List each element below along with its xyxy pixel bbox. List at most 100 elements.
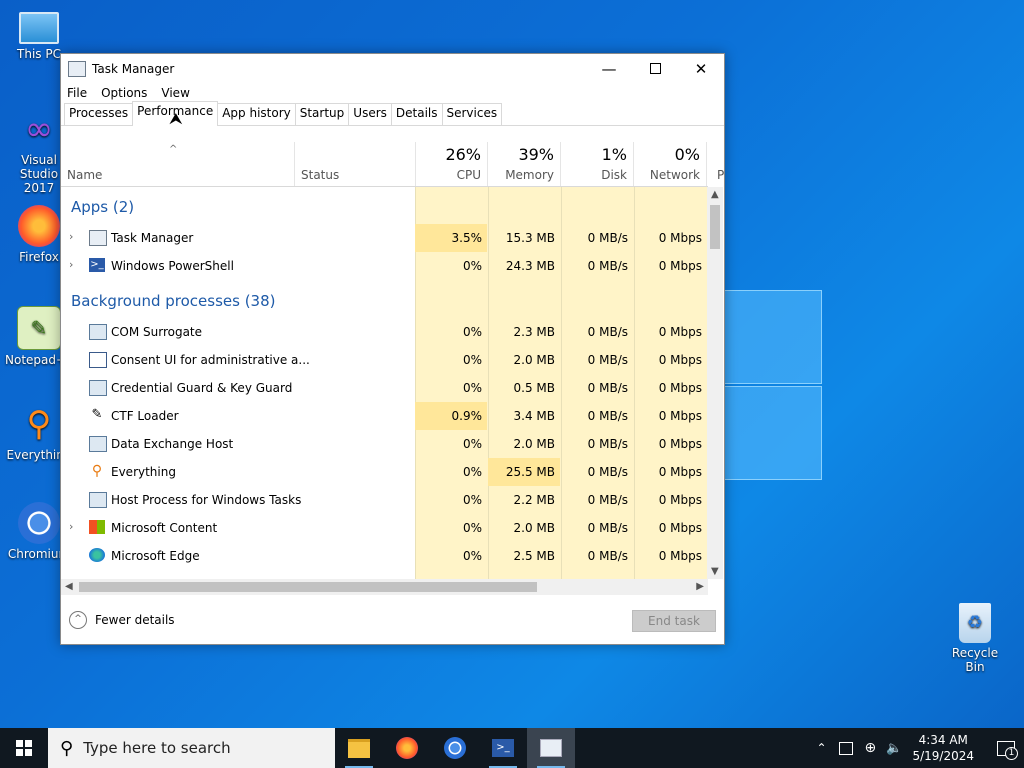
network-monitor-icon[interactable] <box>838 741 853 755</box>
taskbar-firefox[interactable] <box>383 728 431 768</box>
search-icon: ⚲ <box>60 737 74 759</box>
column-header-status[interactable]: Status <box>295 142 416 186</box>
tab-details[interactable]: Details <box>390 103 443 125</box>
minimize-icon: — <box>601 59 617 78</box>
mouse-cursor-icon: ⮝ <box>169 109 183 128</box>
search-placeholder: Type here to search <box>83 739 231 757</box>
scroll-up-icon[interactable]: ▲ <box>711 189 719 200</box>
close-icon: ✕ <box>694 59 708 78</box>
fewer-details-button[interactable]: ^ Fewer details <box>69 611 175 629</box>
system-process-icon <box>89 492 107 508</box>
task-manager-window: Task Manager — ✕ File Options View Proce… <box>60 53 725 645</box>
desktop-icon-label: Visual Studio 2017 <box>19 153 59 195</box>
chevron-up-icon: ^ <box>69 611 87 629</box>
menu-file[interactable]: File <box>67 86 87 100</box>
expand-chevron-icon[interactable]: › <box>69 520 73 533</box>
clock-time: 4:34 AM <box>918 733 968 747</box>
speaker-muted-icon[interactable]: 🔈 <box>886 741 902 756</box>
magnifier-icon: ⚲ <box>26 404 52 444</box>
menu-options[interactable]: Options <box>101 86 147 100</box>
memory-total-percent: 39% <box>518 145 554 164</box>
clock-date: 5/19/2024 <box>912 749 974 763</box>
notification-center-button[interactable]: 1 <box>988 728 1024 768</box>
task-manager-icon <box>89 230 107 246</box>
microsoft-logo-icon <box>89 520 105 534</box>
network-total-percent: 0% <box>674 145 700 164</box>
expand-chevron-icon[interactable]: › <box>69 230 73 243</box>
computer-icon <box>19 12 59 44</box>
end-task-button[interactable]: End task <box>632 610 716 632</box>
globe-icon[interactable]: ⊕ <box>865 740 877 756</box>
scroll-down-icon[interactable]: ▼ <box>711 566 719 577</box>
taskbar-file-explorer[interactable] <box>335 728 383 768</box>
horizontal-scroll-thumb[interactable] <box>79 582 537 592</box>
notification-count-badge: 1 <box>1005 747 1018 760</box>
tab-startup[interactable]: Startup <box>294 103 350 125</box>
scroll-left-icon[interactable]: ◀ <box>65 581 73 592</box>
tab-processes[interactable]: Processes <box>64 103 134 125</box>
table-row[interactable]: COM Surrogate 0% 2.3 MB 0 MB/s 0 Mbps <box>61 318 708 346</box>
minimize-button[interactable]: — <box>586 54 632 83</box>
visual-studio-icon: ∞ <box>24 109 54 149</box>
firefox-icon <box>396 737 418 759</box>
start-button[interactable] <box>0 728 48 768</box>
clock[interactable]: 4:34 AM 5/19/2024 <box>912 732 974 764</box>
table-row[interactable]: Host Process for Windows Tasks 0% 2.2 MB… <box>61 486 708 514</box>
tab-app-history[interactable]: App history <box>217 103 296 125</box>
horizontal-scrollbar[interactable]: ◀ ▶ <box>61 579 708 595</box>
firefox-icon <box>18 205 60 247</box>
menu-bar: File Options View <box>61 83 724 103</box>
recycle-bin-icon: ♻ <box>959 603 991 643</box>
maximize-button[interactable] <box>632 54 678 83</box>
column-header-disk[interactable]: 1% Disk <box>561 142 634 186</box>
table-row[interactable]: ⚲ Everything 0% 25.5 MB 0 MB/s 0 Mbps <box>61 458 708 486</box>
cpu-total-percent: 26% <box>445 145 481 164</box>
table-row[interactable]: Microsoft Edge 0% 2.5 MB 0 MB/s 0 Mbps <box>61 542 708 570</box>
tab-services[interactable]: Services <box>441 103 503 125</box>
column-header-name[interactable]: Name <box>61 142 295 186</box>
scroll-right-icon[interactable]: ▶ <box>696 581 704 592</box>
menu-view[interactable]: View <box>161 86 189 100</box>
column-header-network[interactable]: 0% Network <box>634 142 707 186</box>
title-bar[interactable]: Task Manager — ✕ <box>61 54 724 83</box>
chromium-icon <box>18 502 60 544</box>
vertical-scrollbar[interactable]: ▲ ▼ <box>707 187 723 579</box>
taskbar: ⚲ Type here to search >_ ⌃ ⊕ 🔈 4:34 AM 5… <box>0 728 1024 768</box>
folder-icon <box>348 738 370 758</box>
desktop-icon-recycle-bin[interactable]: ♻ Recycle Bin <box>941 603 1009 674</box>
chromium-icon <box>444 737 466 759</box>
task-manager-icon <box>540 739 562 757</box>
magnifier-icon: ⚲ <box>91 463 103 479</box>
notepad-plus-icon: ✎ <box>17 306 61 350</box>
column-header-cpu[interactable]: 26% CPU <box>415 142 488 186</box>
powershell-icon: >_ <box>89 258 105 272</box>
system-process-icon <box>89 324 107 340</box>
table-row[interactable]: ✎ CTF Loader 0.9% 3.4 MB 0 MB/s 0 Mbps <box>61 402 708 430</box>
close-button[interactable]: ✕ <box>678 54 724 83</box>
taskbar-powershell[interactable]: >_ <box>479 728 527 768</box>
group-header-apps[interactable]: Apps (2) <box>71 198 134 216</box>
table-row[interactable]: › Task Manager 3.5% 15.3 MB 0 MB/s 0 Mbp… <box>61 224 708 252</box>
taskbar-search-box[interactable]: ⚲ Type here to search <box>48 728 335 768</box>
table-row[interactable]: Data Exchange Host 0% 2.0 MB 0 MB/s 0 Mb… <box>61 430 708 458</box>
column-header-row: ^ Name Status 26% CPU 39% Memory 1% Disk… <box>61 142 724 187</box>
table-row[interactable]: › >_ Windows PowerShell 0% 24.3 MB 0 MB/… <box>61 252 708 280</box>
column-header-power[interactable]: P <box>707 142 724 186</box>
taskbar-chromium[interactable] <box>431 728 479 768</box>
column-header-memory[interactable]: 39% Memory <box>488 142 561 186</box>
group-header-background-processes[interactable]: Background processes (38) <box>71 292 276 310</box>
window-icon <box>89 352 107 368</box>
expand-chevron-icon[interactable]: › <box>69 258 73 271</box>
table-row[interactable]: › Microsoft Content 0% 2.0 MB 0 MB/s 0 M… <box>61 514 708 542</box>
tab-users[interactable]: Users <box>348 103 392 125</box>
footer-bar: ^ Fewer details End task <box>61 604 724 644</box>
table-row[interactable]: Consent UI for administrative a... 0% 2.… <box>61 346 708 374</box>
tab-strip: Processes Performance App history Startu… <box>61 101 724 128</box>
edge-icon <box>89 548 105 562</box>
table-row[interactable]: Credential Guard & Key Guard 0% 0.5 MB 0… <box>61 374 708 402</box>
taskbar-task-manager[interactable] <box>527 728 575 768</box>
vertical-scroll-thumb[interactable] <box>710 205 720 249</box>
system-tray: ⌃ ⊕ 🔈 4:34 AM 5/19/2024 1 <box>816 728 1024 768</box>
desktop-icon-label: Firefox <box>19 250 59 264</box>
chevron-up-icon[interactable]: ⌃ <box>816 741 826 755</box>
